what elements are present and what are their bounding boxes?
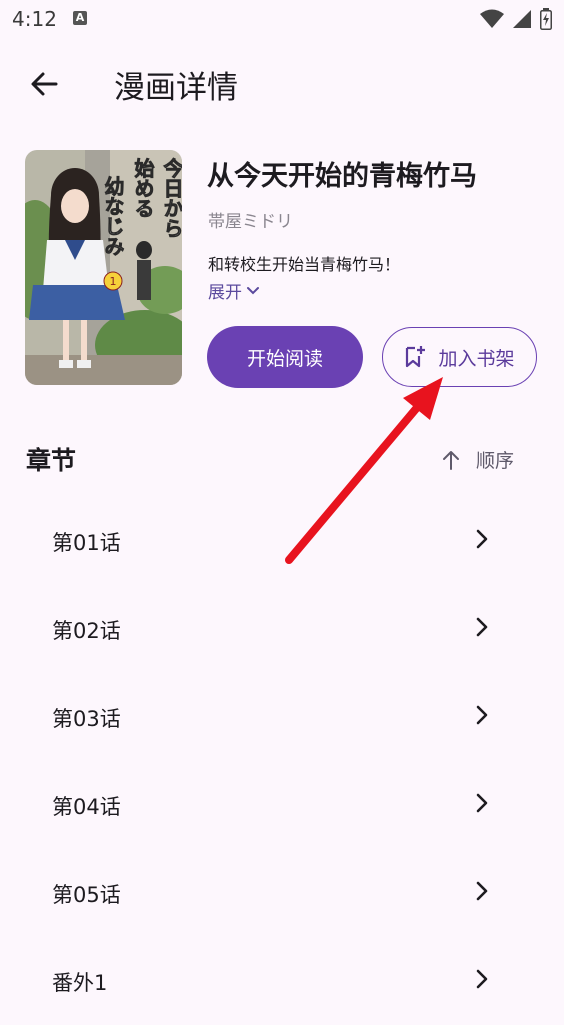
chevron-down-icon bbox=[247, 286, 259, 294]
cover-title-line-1: 今日から bbox=[160, 157, 182, 238]
chevron-right-icon bbox=[476, 969, 488, 989]
chapter-item[interactable]: 第01话 bbox=[0, 497, 564, 585]
app-bar: 漫画详情 bbox=[0, 48, 564, 116]
comic-title: 从今天开始的青梅竹马 bbox=[207, 161, 477, 192]
arrow-back-icon bbox=[31, 72, 58, 96]
chevron-right-icon bbox=[476, 793, 488, 813]
chapter-item[interactable]: 第04话 bbox=[0, 761, 564, 849]
status-bar: 4:12 A bbox=[0, 0, 564, 38]
cover-title-line-3: 幼なじみ bbox=[101, 175, 125, 256]
cover-title-line-2: 始める bbox=[131, 157, 155, 218]
add-to-shelf-button[interactable]: 加入书架 bbox=[382, 327, 537, 387]
battery-icon bbox=[540, 8, 552, 30]
notification-icon: A bbox=[73, 11, 87, 25]
chapter-label: 番外1 bbox=[52, 971, 108, 995]
chevron-right-icon bbox=[476, 705, 488, 725]
bookmark-add-icon bbox=[406, 346, 426, 368]
chevron-right-icon bbox=[476, 529, 488, 549]
page-title: 漫画详情 bbox=[114, 70, 238, 106]
status-time: 4:12 bbox=[12, 7, 57, 31]
chapter-label: 第04话 bbox=[52, 795, 121, 819]
chapter-item[interactable]: 番外1 bbox=[0, 937, 564, 1025]
chapter-label: 第05话 bbox=[52, 883, 121, 907]
add-to-shelf-label: 加入书架 bbox=[438, 347, 515, 370]
back-button[interactable] bbox=[22, 62, 66, 106]
expand-label: 展开 bbox=[208, 283, 242, 303]
chapter-item[interactable]: 第05话 bbox=[0, 849, 564, 937]
chapter-label: 第01话 bbox=[52, 531, 121, 555]
expand-button[interactable]: 展开 bbox=[208, 278, 260, 303]
arrow-up-icon bbox=[442, 450, 459, 470]
comic-description: 和转校生开始当青梅竹马！ bbox=[208, 255, 401, 274]
chapter-label: 第02话 bbox=[52, 619, 121, 643]
comic-author: 帯屋ミドリ bbox=[208, 212, 293, 232]
signal-icon bbox=[513, 10, 531, 28]
wifi-icon bbox=[480, 9, 504, 28]
sort-order-label: 顺序 bbox=[475, 450, 514, 472]
start-reading-label: 开始阅读 bbox=[246, 347, 323, 370]
status-icons bbox=[480, 8, 552, 30]
sort-order-button[interactable]: 顺序 bbox=[442, 446, 514, 473]
cover-volume: 1 bbox=[110, 275, 117, 288]
chapter-label: 第03话 bbox=[52, 707, 121, 731]
chapters-heading: 章节 bbox=[26, 446, 77, 475]
chapter-item[interactable]: 第02话 bbox=[0, 585, 564, 673]
chevron-right-icon bbox=[476, 617, 488, 637]
comic-cover: 1 今日から 始める 幼なじみ bbox=[25, 150, 182, 385]
start-reading-button[interactable]: 开始阅读 bbox=[207, 326, 363, 388]
chevron-right-icon bbox=[476, 881, 488, 901]
chapter-item[interactable]: 第03话 bbox=[0, 673, 564, 761]
